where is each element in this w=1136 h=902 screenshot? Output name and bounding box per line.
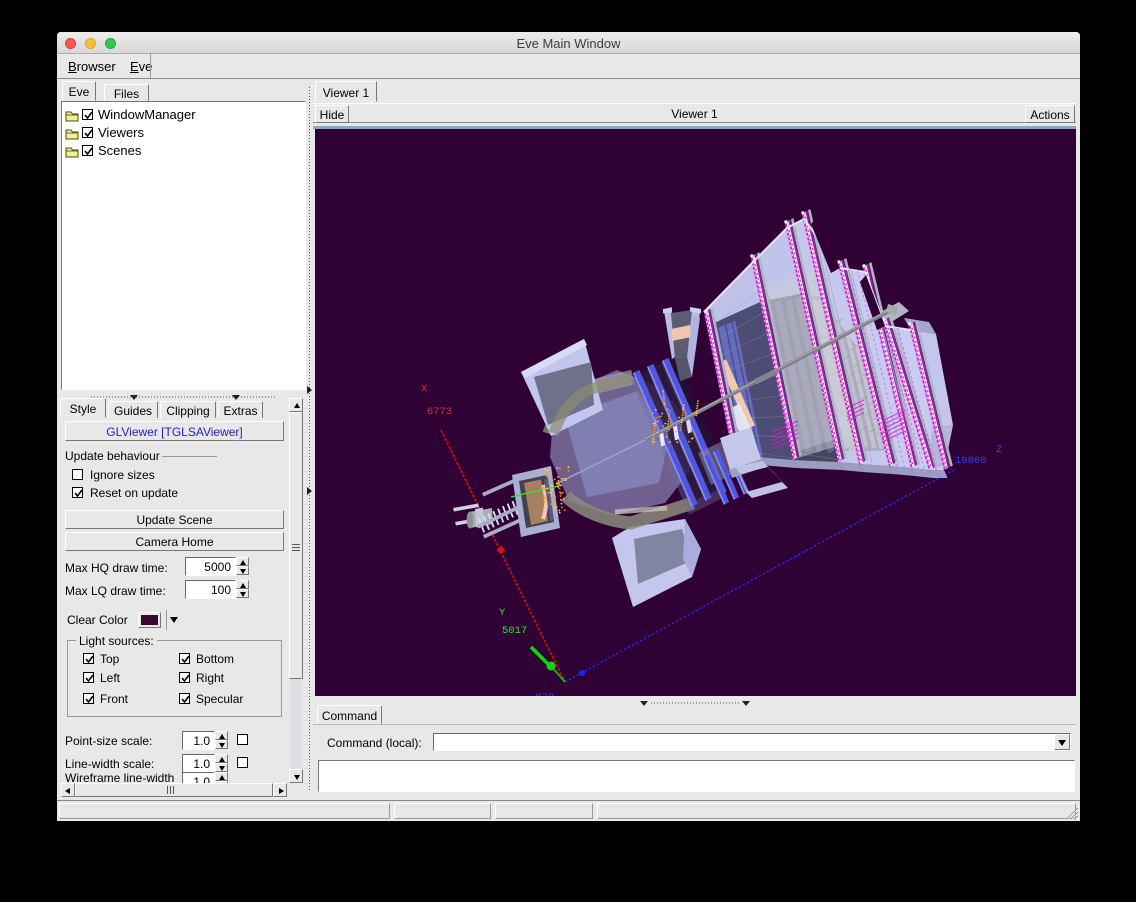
svg-text:Z: Z — [996, 444, 1002, 456]
svg-text:5017: 5017 — [502, 625, 527, 637]
svg-text:19800: 19800 — [955, 455, 987, 467]
svg-text:Y: Y — [499, 607, 506, 619]
svg-text:X: X — [421, 383, 428, 395]
svg-text:6773: 6773 — [427, 406, 452, 418]
